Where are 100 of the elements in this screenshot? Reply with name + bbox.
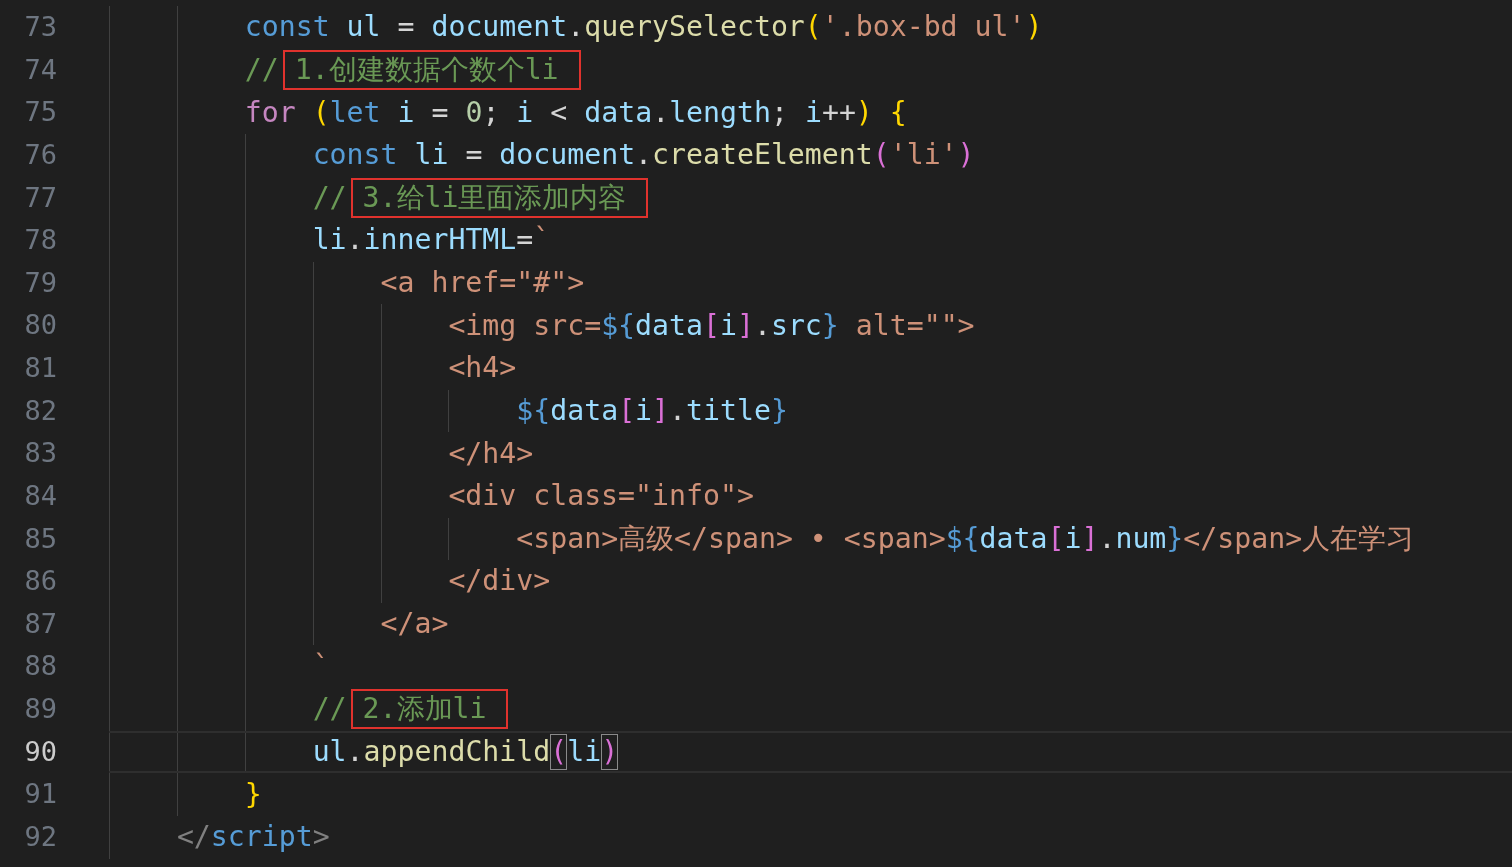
code-token: ${ bbox=[601, 307, 636, 344]
code-token: '.box-bd ul' bbox=[821, 9, 1026, 46]
code-token: document bbox=[431, 9, 568, 46]
code-token: 'li' bbox=[889, 137, 958, 174]
code-token: appendChild bbox=[363, 733, 551, 770]
code-token: for bbox=[244, 94, 296, 131]
line-number: 87 bbox=[23, 606, 57, 641]
line-number: 85 bbox=[23, 521, 57, 556]
code-token: } bbox=[770, 392, 788, 429]
line-number: 88 bbox=[23, 649, 57, 684]
line-number: 77 bbox=[23, 180, 57, 215]
code-token: let bbox=[329, 94, 381, 131]
highlighted-comment: 3.给li里面添加内容 bbox=[350, 177, 649, 218]
line-number: 80 bbox=[23, 308, 57, 343]
code-token: ( bbox=[804, 9, 822, 46]
code-token: data bbox=[550, 392, 619, 429]
code-token: 0 bbox=[465, 94, 483, 131]
code-token: <span>高级</span> • <span> bbox=[516, 520, 946, 557]
code-token: i bbox=[719, 307, 737, 344]
code-token: data bbox=[979, 520, 1048, 557]
code-token: ) bbox=[957, 137, 975, 174]
code-token: i bbox=[516, 94, 534, 131]
code-token: ] bbox=[736, 307, 754, 344]
matched-bracket: ( bbox=[550, 733, 568, 770]
code-token: < bbox=[549, 94, 569, 131]
code-token: i bbox=[1064, 520, 1082, 557]
line-number: 75 bbox=[23, 95, 57, 130]
code-token: li bbox=[312, 222, 347, 259]
code-token: . bbox=[346, 733, 364, 770]
code-token: ( bbox=[872, 137, 890, 174]
code-token: . bbox=[635, 137, 653, 174]
code-token: length bbox=[669, 94, 771, 131]
code-token: title bbox=[686, 392, 771, 429]
line-number: 90 bbox=[23, 734, 57, 769]
code-token: data bbox=[584, 94, 653, 131]
line-number: 81 bbox=[23, 351, 57, 385]
code-token: ul bbox=[312, 733, 347, 770]
line-number: 78 bbox=[23, 223, 57, 258]
code-token: data bbox=[635, 307, 703, 344]
code-token: } bbox=[244, 776, 262, 813]
code-token: li bbox=[567, 733, 602, 770]
code-token: = bbox=[396, 9, 416, 46]
code-token: > bbox=[312, 819, 330, 856]
code-token: . bbox=[753, 307, 771, 344]
code-token: </h4> bbox=[448, 435, 534, 472]
code-token: // bbox=[244, 51, 279, 88]
code-token: querySelector bbox=[584, 9, 805, 46]
code-token: </ bbox=[176, 819, 211, 856]
code-token: . bbox=[567, 9, 585, 46]
line-number: 73 bbox=[23, 10, 57, 44]
code-token: </span>人在学习 bbox=[1183, 520, 1415, 557]
code-token: </a> bbox=[380, 606, 449, 643]
code-token: script bbox=[210, 819, 313, 856]
line-number: 76 bbox=[23, 137, 57, 172]
code-token: [ bbox=[618, 392, 636, 429]
line-number: 74 bbox=[23, 52, 57, 87]
code-token: ) bbox=[855, 94, 873, 131]
code-token: ${ bbox=[945, 520, 980, 557]
code-token: src bbox=[770, 307, 822, 344]
code-token: <img src= bbox=[448, 307, 602, 344]
code-token: const bbox=[312, 137, 398, 174]
code-token: <a href="#"> bbox=[380, 265, 585, 302]
code-token: i bbox=[396, 94, 415, 131]
code-token: createElement bbox=[652, 137, 873, 174]
code-token: [ bbox=[1047, 520, 1065, 557]
highlighted-comment: 1.创建数据个数个li bbox=[282, 49, 581, 90]
code-token: ${ bbox=[516, 392, 551, 429]
code-token: = bbox=[516, 222, 534, 259]
code-token: ` bbox=[533, 222, 551, 259]
matched-bracket: ) bbox=[601, 733, 619, 770]
code-token: } bbox=[821, 307, 839, 344]
code-token: ` bbox=[312, 648, 330, 685]
code-token: ) bbox=[1025, 9, 1043, 46]
line-number: 91 bbox=[23, 777, 57, 812]
code-token: ; bbox=[770, 94, 789, 131]
code-token: . bbox=[1098, 520, 1116, 557]
code-token: } bbox=[1166, 520, 1184, 557]
code-token: = bbox=[430, 94, 450, 131]
code-token: ; bbox=[482, 94, 501, 131]
code-token: [ bbox=[702, 307, 720, 344]
code-token: <div class="info"> bbox=[448, 478, 754, 515]
code-token: . bbox=[669, 392, 687, 429]
code-token: <h4> bbox=[448, 350, 517, 387]
code-token: document bbox=[499, 137, 636, 174]
code-token: num bbox=[1115, 520, 1167, 557]
code-token: // bbox=[312, 179, 347, 216]
line-number: 83 bbox=[23, 436, 57, 471]
code-token: i bbox=[804, 94, 822, 131]
code-token: ] bbox=[1081, 520, 1099, 557]
code-token: . bbox=[346, 222, 364, 259]
code-token: . bbox=[652, 94, 670, 131]
code-token: // bbox=[312, 691, 347, 728]
line-number: 89 bbox=[23, 692, 57, 726]
code-token: { bbox=[888, 94, 907, 131]
line-number: 86 bbox=[23, 564, 57, 599]
code-token: ++ bbox=[821, 94, 856, 131]
highlighted-comment: 2.添加li bbox=[350, 689, 509, 730]
line-number: 84 bbox=[23, 478, 57, 513]
code-token: innerHTML bbox=[363, 222, 517, 259]
code-token: li bbox=[413, 137, 449, 174]
